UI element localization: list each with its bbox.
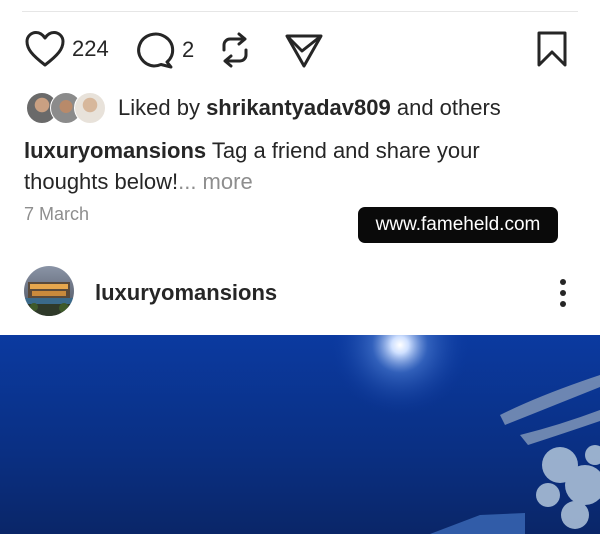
bookmark-icon — [537, 31, 567, 67]
comment-button[interactable]: 2 — [134, 30, 194, 70]
like-count: 224 — [72, 36, 109, 61]
repost-button[interactable] — [218, 30, 252, 70]
share-button[interactable] — [284, 30, 324, 70]
repost-icon — [222, 32, 248, 68]
save-button[interactable] — [536, 30, 568, 68]
send-icon — [285, 34, 323, 68]
night-sky-image — [0, 335, 600, 534]
post-date: 7 March — [24, 204, 90, 224]
avatar[interactable] — [24, 266, 74, 316]
watermark: www.fameheld.com — [358, 207, 558, 243]
avatar — [74, 92, 106, 124]
mansion-thumbnail — [24, 266, 74, 316]
divider — [22, 11, 578, 12]
heart-icon — [25, 31, 65, 67]
comment-icon — [137, 32, 175, 69]
more-options-button[interactable] — [553, 277, 573, 309]
liked-by-prefix: Liked by — [118, 95, 207, 120]
post-image[interactable] — [0, 335, 600, 534]
liked-by-suffix: and others — [390, 95, 501, 120]
liker-username[interactable]: shrikantyadav809 — [206, 95, 391, 120]
comment-count: 2 — [182, 37, 195, 62]
liker-avatars — [26, 92, 106, 124]
caption-more-link[interactable]: ... more — [178, 169, 253, 194]
post-action-bar: 224 2 — [0, 28, 600, 72]
like-button[interactable]: 224 — [24, 30, 109, 68]
caption-username[interactable]: luxuryomansions — [24, 138, 206, 163]
liked-by-row[interactable]: Liked by shrikantyadav809 and others — [26, 92, 501, 124]
next-post-header: luxuryomansions — [0, 262, 600, 322]
post-caption: luxuryomansions Tag a friend and share y… — [24, 135, 564, 197]
liked-by-text: Liked by shrikantyadav809 and others — [118, 95, 501, 121]
post-username[interactable]: luxuryomansions — [95, 280, 277, 306]
more-options-icon — [560, 279, 566, 307]
